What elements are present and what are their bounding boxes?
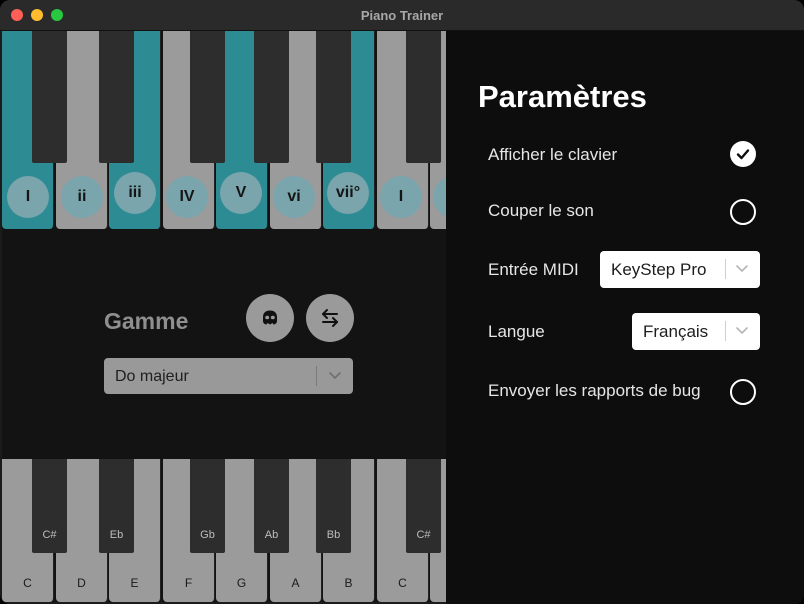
degree-badge: I	[7, 176, 49, 218]
degree-badge: vi	[273, 176, 315, 218]
midi-input-label: Entrée MIDI	[488, 260, 579, 279]
degree-badge: ii	[61, 176, 103, 218]
swap-arrows-icon	[322, 309, 338, 327]
black-key[interactable]: Bb	[316, 459, 351, 553]
note-label: D	[77, 576, 86, 590]
note-label: A	[291, 576, 300, 590]
settings-panel: Paramètres Afficher le clavier Couper le…	[446, 31, 804, 604]
swap-button[interactable]	[306, 294, 354, 342]
show-keyboard-toggle[interactable]	[730, 141, 756, 167]
select-separator	[725, 259, 726, 279]
midi-input-select[interactable]: KeyStep Pro	[600, 251, 760, 288]
degree-keyboard: I ii iii IV V vi vii° I	[2, 31, 446, 229]
mute-label: Couper le son	[488, 201, 594, 220]
bug-reports-label: Envoyer les rapports de bug	[488, 381, 701, 400]
scale-label: Gamme	[104, 308, 189, 334]
degree-badge: iii	[114, 172, 156, 214]
chevron-down-icon	[736, 265, 748, 273]
degree-badge: I	[380, 176, 422, 218]
black-key[interactable]: C#	[406, 459, 441, 553]
scale-select-value: Do majeur	[115, 368, 189, 385]
mute-toggle[interactable]	[730, 199, 756, 225]
scale-select[interactable]: Do majeur	[104, 358, 353, 394]
checkmark-icon	[736, 149, 750, 160]
language-select[interactable]: Français	[632, 313, 760, 350]
midi-input-value: KeyStep Pro	[611, 260, 707, 279]
show-keyboard-label: Afficher le clavier	[488, 145, 618, 164]
black-key[interactable]	[316, 31, 351, 163]
chevron-down-icon	[329, 372, 341, 380]
note-label: G	[236, 576, 247, 590]
degree-badge: IV	[166, 176, 208, 218]
note-label: Eb	[109, 529, 124, 541]
select-separator	[316, 366, 317, 386]
app-window: Piano Trainer I ii iii IV V vi vii° I Ga…	[0, 0, 804, 604]
mask-button[interactable]	[246, 294, 294, 342]
black-key[interactable]: Gb	[190, 459, 225, 553]
note-label: Gb	[200, 529, 215, 541]
black-key[interactable]	[254, 31, 289, 163]
note-label: C	[23, 576, 32, 590]
bug-reports-toggle[interactable]	[730, 379, 756, 405]
note-label: Bb	[326, 529, 341, 541]
degree-badge: vii°	[327, 172, 369, 214]
note-label: F	[184, 576, 193, 590]
settings-title: Paramètres	[478, 79, 647, 114]
window-title: Piano Trainer	[360, 8, 444, 23]
note-label: C#	[416, 529, 431, 541]
mask-icon	[263, 310, 277, 325]
note-label: C	[398, 576, 407, 590]
select-separator	[725, 321, 726, 341]
note-label: C#	[42, 529, 57, 541]
trainer-panel: I ii iii IV V vi vii° I Gamme Do majeur …	[2, 31, 446, 602]
black-key[interactable]	[406, 31, 441, 163]
title-bar: Piano Trainer	[0, 0, 804, 31]
black-key[interactable]	[99, 31, 134, 163]
black-key[interactable]: C#	[32, 459, 67, 553]
language-value: Français	[643, 322, 709, 341]
degree-badge: V	[220, 172, 262, 214]
chevron-down-icon	[736, 327, 748, 335]
black-key[interactable]: Ab	[254, 459, 289, 553]
note-label: Ab	[264, 529, 279, 541]
black-key[interactable]: Eb	[99, 459, 134, 553]
note-label: E	[130, 576, 139, 590]
black-key[interactable]	[32, 31, 67, 163]
note-label: B	[344, 576, 353, 590]
note-keyboard: C D E F G A B C C# Eb Gb Ab Bb C#	[2, 459, 446, 602]
language-label: Langue	[488, 322, 545, 341]
black-key[interactable]	[190, 31, 225, 163]
